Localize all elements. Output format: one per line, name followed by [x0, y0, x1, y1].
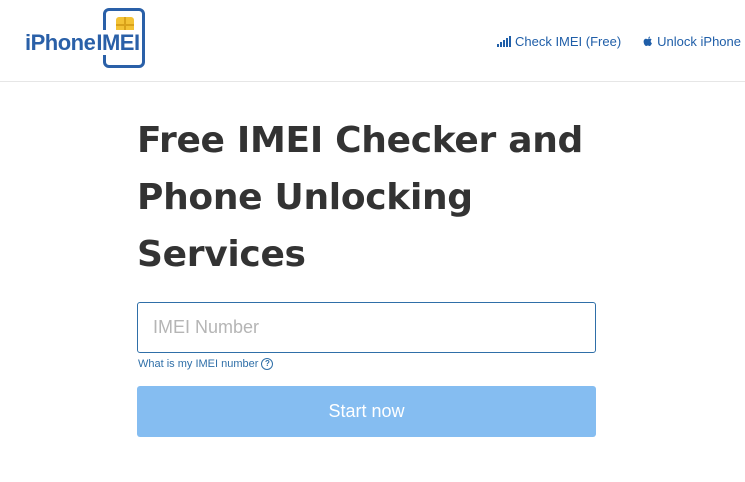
question-circle-icon: ?: [261, 358, 274, 370]
imei-help-link[interactable]: What is my IMEI number ?: [138, 358, 274, 370]
nav-unlock-iphone[interactable]: Unlock iPhone: [643, 34, 741, 49]
site-header: iPhoneIMEI Check IMEI (Free) Unlock iPho…: [0, 0, 745, 82]
apple-icon: [643, 36, 653, 48]
start-now-button[interactable]: Start now: [137, 386, 596, 437]
signal-bars-icon: [496, 36, 511, 47]
logo-text-suffix: IMEI: [95, 30, 141, 55]
main-content: Free IMEI Checker and Phone Unlocking Se…: [137, 112, 597, 437]
logo-text: iPhoneIMEI: [25, 30, 141, 56]
nav-check-imei-label: Check IMEI (Free): [514, 34, 622, 49]
imei-help-link-label: What is my IMEI number: [138, 358, 259, 370]
nav-check-imei[interactable]: Check IMEI (Free): [496, 34, 622, 49]
site-logo[interactable]: iPhoneIMEI: [25, 8, 155, 72]
logo-text-prefix: iPhone: [25, 30, 96, 55]
top-nav: Check IMEI (Free) Unlock iPhone: [496, 34, 741, 49]
imei-input[interactable]: [137, 302, 596, 353]
page-title: Free IMEI Checker and Phone Unlocking Se…: [137, 120, 584, 275]
nav-unlock-iphone-label: Unlock iPhone: [657, 34, 741, 49]
